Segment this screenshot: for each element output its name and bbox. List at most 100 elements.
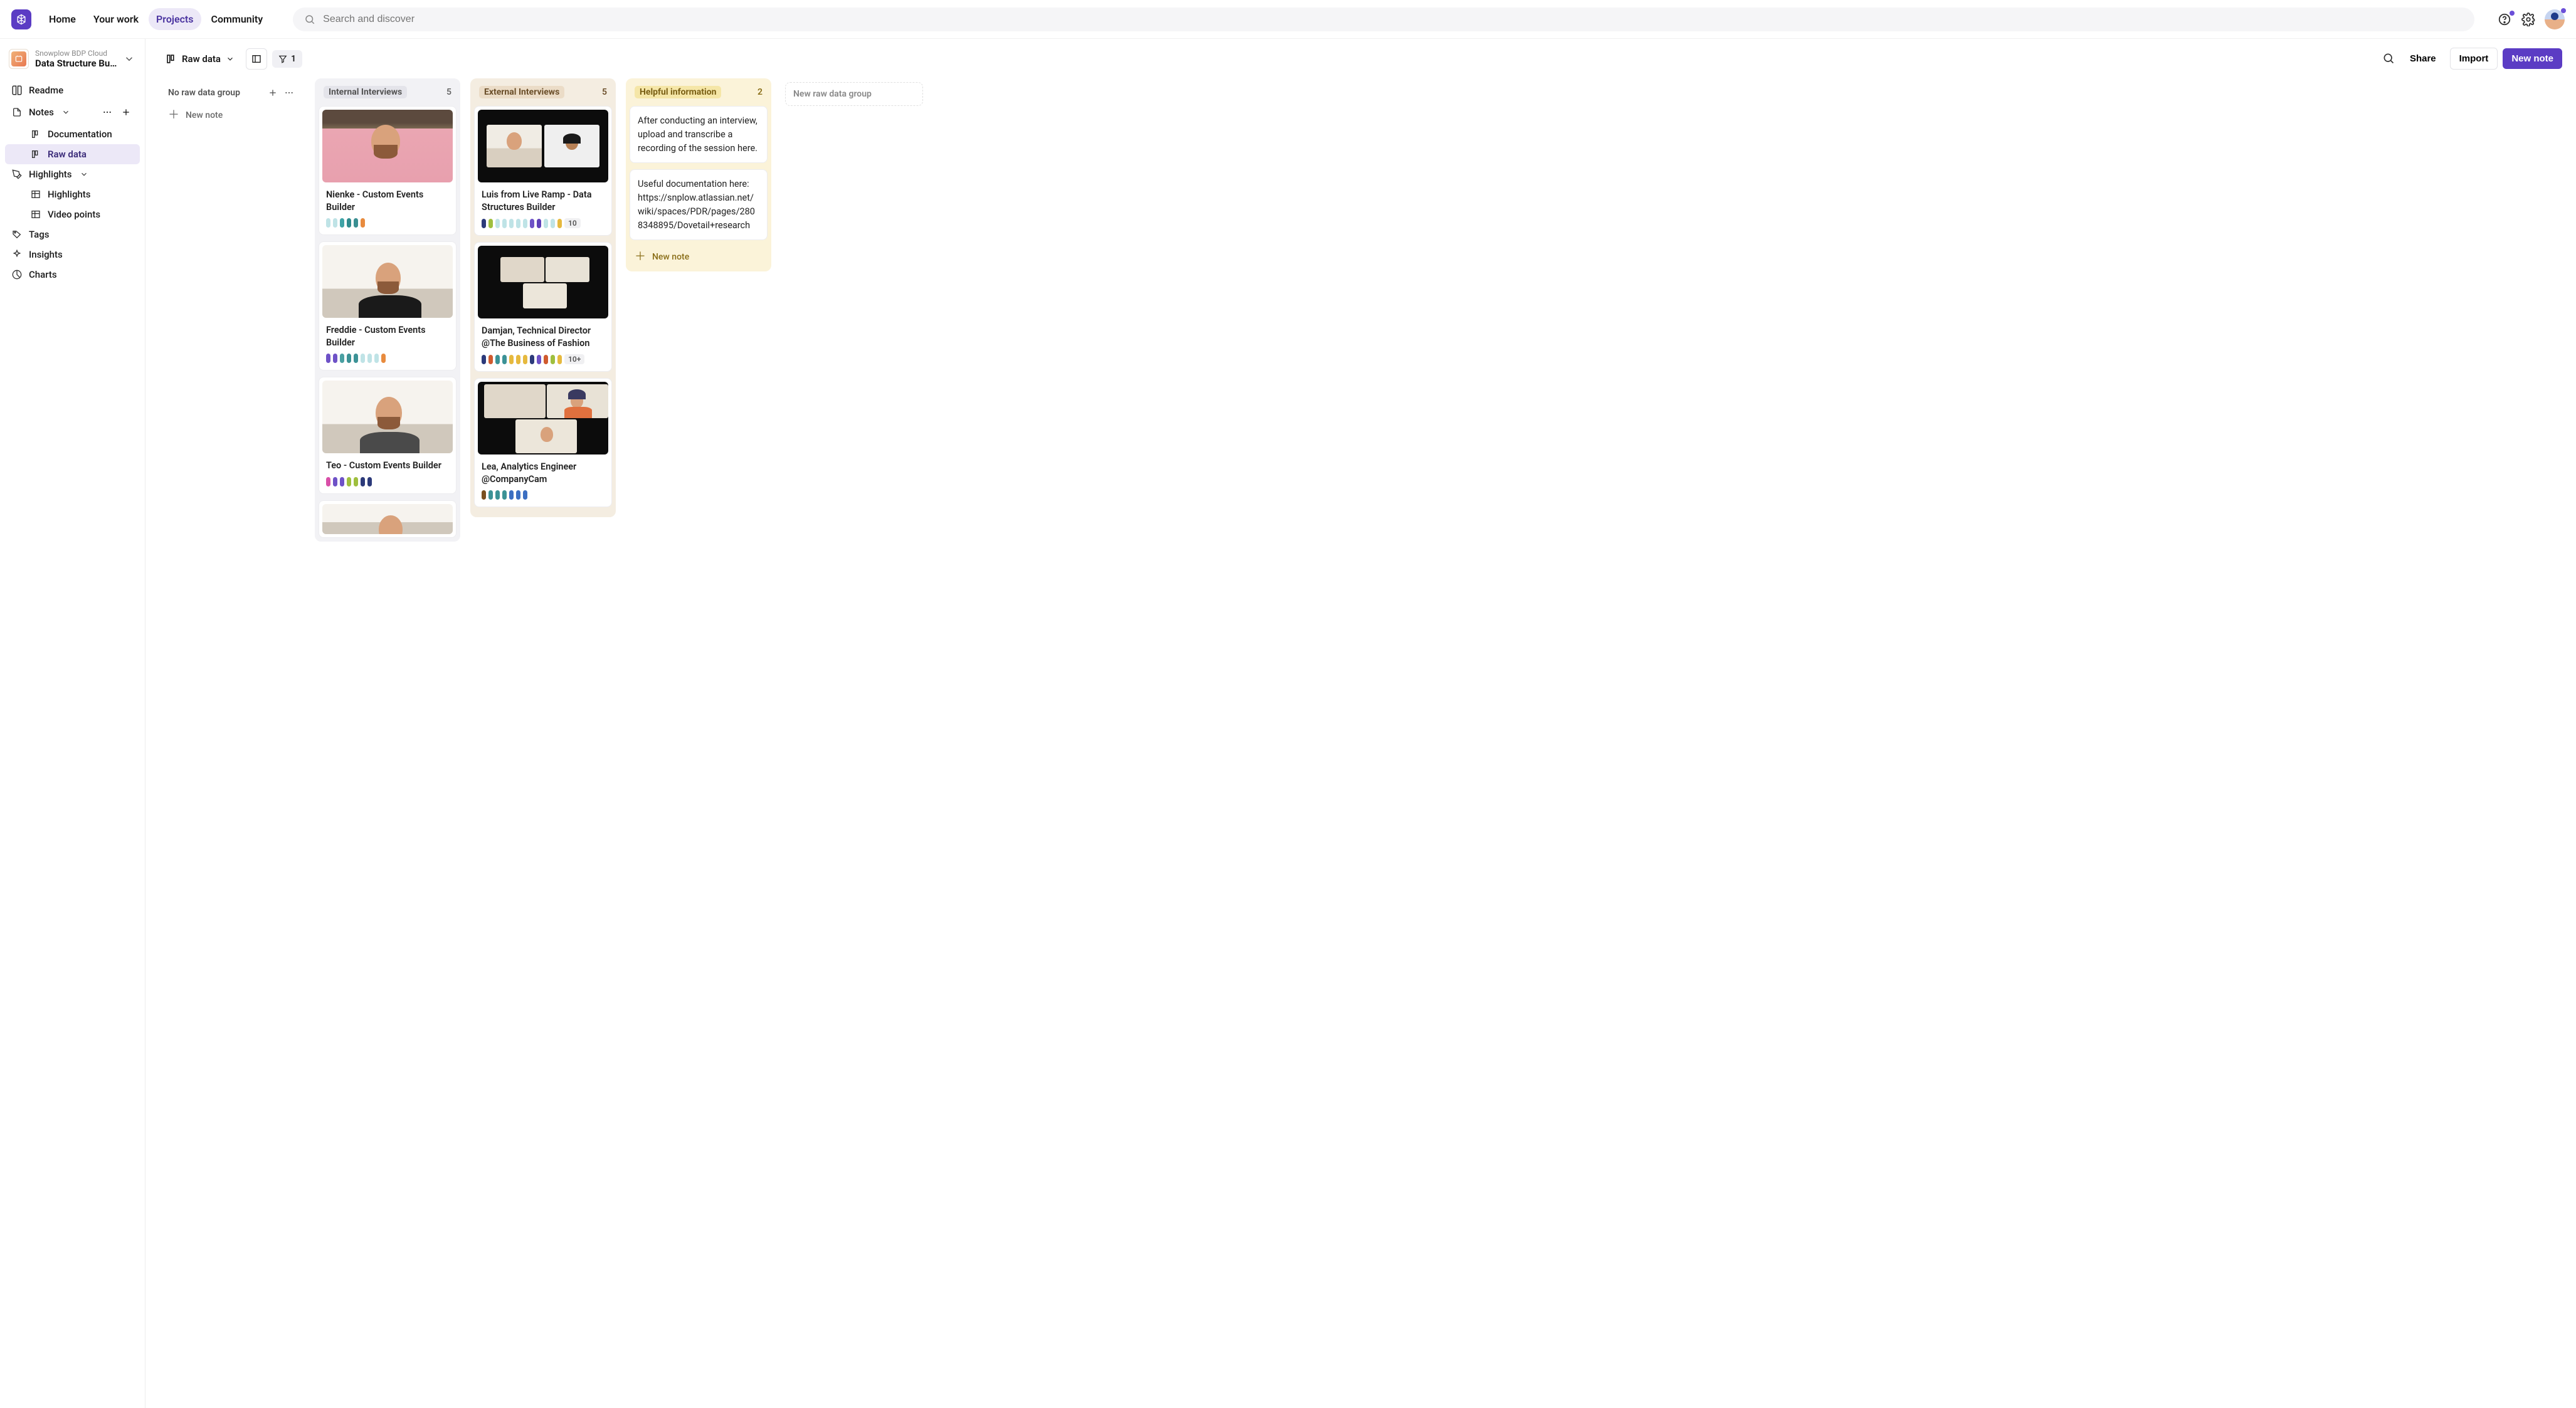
card-thumbnail	[322, 504, 453, 534]
tag-pill	[551, 219, 555, 228]
chevron-down-icon	[124, 53, 136, 65]
settings-button[interactable]	[2521, 12, 2536, 27]
main: Snowplow BDP Cloud Data Structure Build……	[0, 39, 2576, 1408]
note-card[interactable]: Lea, Analytics Engineer @CompanyCam	[474, 378, 612, 507]
column-title: Helpful information	[635, 86, 721, 98]
column-count: 5	[602, 87, 607, 97]
tag-pill	[333, 477, 337, 486]
tag-overflow[interactable]: 10	[564, 218, 581, 228]
column-count: 2	[757, 87, 763, 97]
view-picker[interactable]: Raw data	[159, 50, 241, 68]
tag-pill	[347, 477, 351, 486]
global-search[interactable]	[293, 8, 2474, 31]
sidebar-item-tags[interactable]: Tags	[5, 224, 140, 244]
sidebar-item-notes[interactable]: Notes	[5, 100, 140, 124]
column-header[interactable]: External Interviews 5	[474, 82, 612, 103]
tag-pill	[326, 477, 330, 486]
help-badge-dot	[2510, 11, 2515, 16]
new-note-label: New note	[652, 252, 689, 262]
board-icon	[30, 129, 41, 139]
app-logo[interactable]	[11, 9, 31, 29]
sidebar-label: Video points	[48, 209, 100, 220]
search-input[interactable]	[323, 14, 2463, 25]
note-card[interactable]: Teo - Custom Events Builder	[319, 377, 457, 494]
tag-overflow[interactable]: 10+	[564, 354, 584, 364]
tag-pill	[361, 218, 365, 228]
import-button[interactable]: Import	[2450, 48, 2498, 70]
new-note-inline-button[interactable]: ＋ New note	[630, 246, 768, 268]
document-icon	[11, 107, 23, 117]
text-note-card[interactable]: Useful documentation here: https://snplo…	[630, 169, 768, 240]
tag-row: 10	[478, 217, 608, 232]
tag-pill	[381, 354, 386, 363]
notes-actions	[100, 105, 134, 120]
sidebar-item-insights[interactable]: Insights	[5, 244, 140, 265]
tag-pill	[488, 355, 493, 364]
sidebar-item-highlights-section[interactable]: Highlights	[5, 164, 140, 184]
tag-row: 10+	[478, 353, 608, 368]
tag-pill	[347, 354, 351, 363]
note-card[interactable]	[319, 500, 457, 538]
notes-add-button[interactable]	[119, 105, 134, 120]
new-note-inline-button[interactable]: ＋ New note	[163, 105, 301, 126]
tag-pill	[509, 490, 514, 500]
share-button[interactable]: Share	[2401, 48, 2445, 69]
sidebar-item-video-points[interactable]: Video points	[5, 204, 140, 224]
column-add-button[interactable]	[266, 86, 280, 100]
content-search-button[interactable]	[2382, 52, 2396, 66]
tag-row	[322, 352, 453, 367]
note-card[interactable]: Luis from Live Ramp - Data Structures Bu…	[474, 106, 612, 236]
nav-projects[interactable]: Projects	[149, 8, 201, 30]
plus-icon: ＋	[168, 110, 179, 121]
tag-pill	[361, 354, 365, 363]
sidebar-label: Tags	[29, 229, 49, 240]
sidebar-item-raw-data[interactable]: Raw data	[5, 144, 140, 164]
sidebar-item-readme[interactable]: Readme	[5, 80, 140, 100]
tag-pill	[354, 354, 358, 363]
tag-pill	[530, 219, 534, 228]
new-note-button[interactable]: New note	[2503, 48, 2562, 69]
user-menu[interactable]	[2545, 9, 2565, 29]
chart-icon	[11, 270, 23, 280]
sidebar-label: Notes	[29, 107, 54, 118]
tag-pill	[367, 354, 372, 363]
sidebar-item-documentation[interactable]: Documentation	[5, 124, 140, 144]
tag-pill	[537, 219, 541, 228]
tag-row	[322, 476, 453, 490]
note-card[interactable]: Damjan, Technical Director @The Business…	[474, 242, 612, 372]
column-internal-interviews: Internal Interviews 5 Nienke - Custom Ev…	[315, 78, 460, 542]
help-button[interactable]	[2497, 12, 2512, 27]
text-note-card[interactable]: After conducting an interview, upload an…	[630, 106, 768, 163]
column-new-group: New raw data group	[781, 78, 927, 110]
tag-pill	[354, 218, 358, 228]
sidebar-label: Highlights	[29, 169, 72, 180]
card-title: Freddie - Custom Events Builder	[322, 318, 453, 352]
filter-count: 1	[291, 54, 296, 64]
tag-pill	[502, 219, 507, 228]
book-icon	[11, 85, 23, 96]
filter-button[interactable]: 1	[272, 50, 302, 68]
sidebar-item-charts[interactable]: Charts	[5, 265, 140, 285]
filter-icon	[278, 55, 287, 63]
new-group-button[interactable]: New raw data group	[785, 82, 923, 106]
nav-home[interactable]: Home	[41, 8, 83, 30]
layout-toggle-button[interactable]	[246, 48, 267, 70]
sidebar-label: Readme	[29, 85, 63, 96]
project-switcher[interactable]: Snowplow BDP Cloud Data Structure Build…	[5, 46, 140, 74]
tag-row	[478, 489, 608, 503]
project-meta: Snowplow BDP Cloud Data Structure Build…	[35, 49, 117, 69]
toolbar-left: Raw data 1	[159, 48, 302, 70]
note-card[interactable]: Freddie - Custom Events Builder	[319, 241, 457, 370]
topbar: Home Your work Projects Community	[0, 0, 2576, 39]
notes-more-button[interactable]	[100, 105, 115, 120]
note-card[interactable]: Nienke - Custom Events Builder	[319, 106, 457, 235]
column-more-button[interactable]	[282, 86, 296, 100]
nav-community[interactable]: Community	[204, 8, 271, 30]
tag-pill	[326, 218, 330, 228]
sidebar-item-highlights[interactable]: Highlights	[5, 184, 140, 204]
nav-your-work[interactable]: Your work	[86, 8, 146, 30]
column-header[interactable]: Helpful information 2	[630, 82, 768, 103]
project-name: Data Structure Build…	[35, 58, 117, 69]
sidebar-label: Highlights	[48, 189, 91, 200]
column-header[interactable]: Internal Interviews 5	[319, 82, 457, 103]
